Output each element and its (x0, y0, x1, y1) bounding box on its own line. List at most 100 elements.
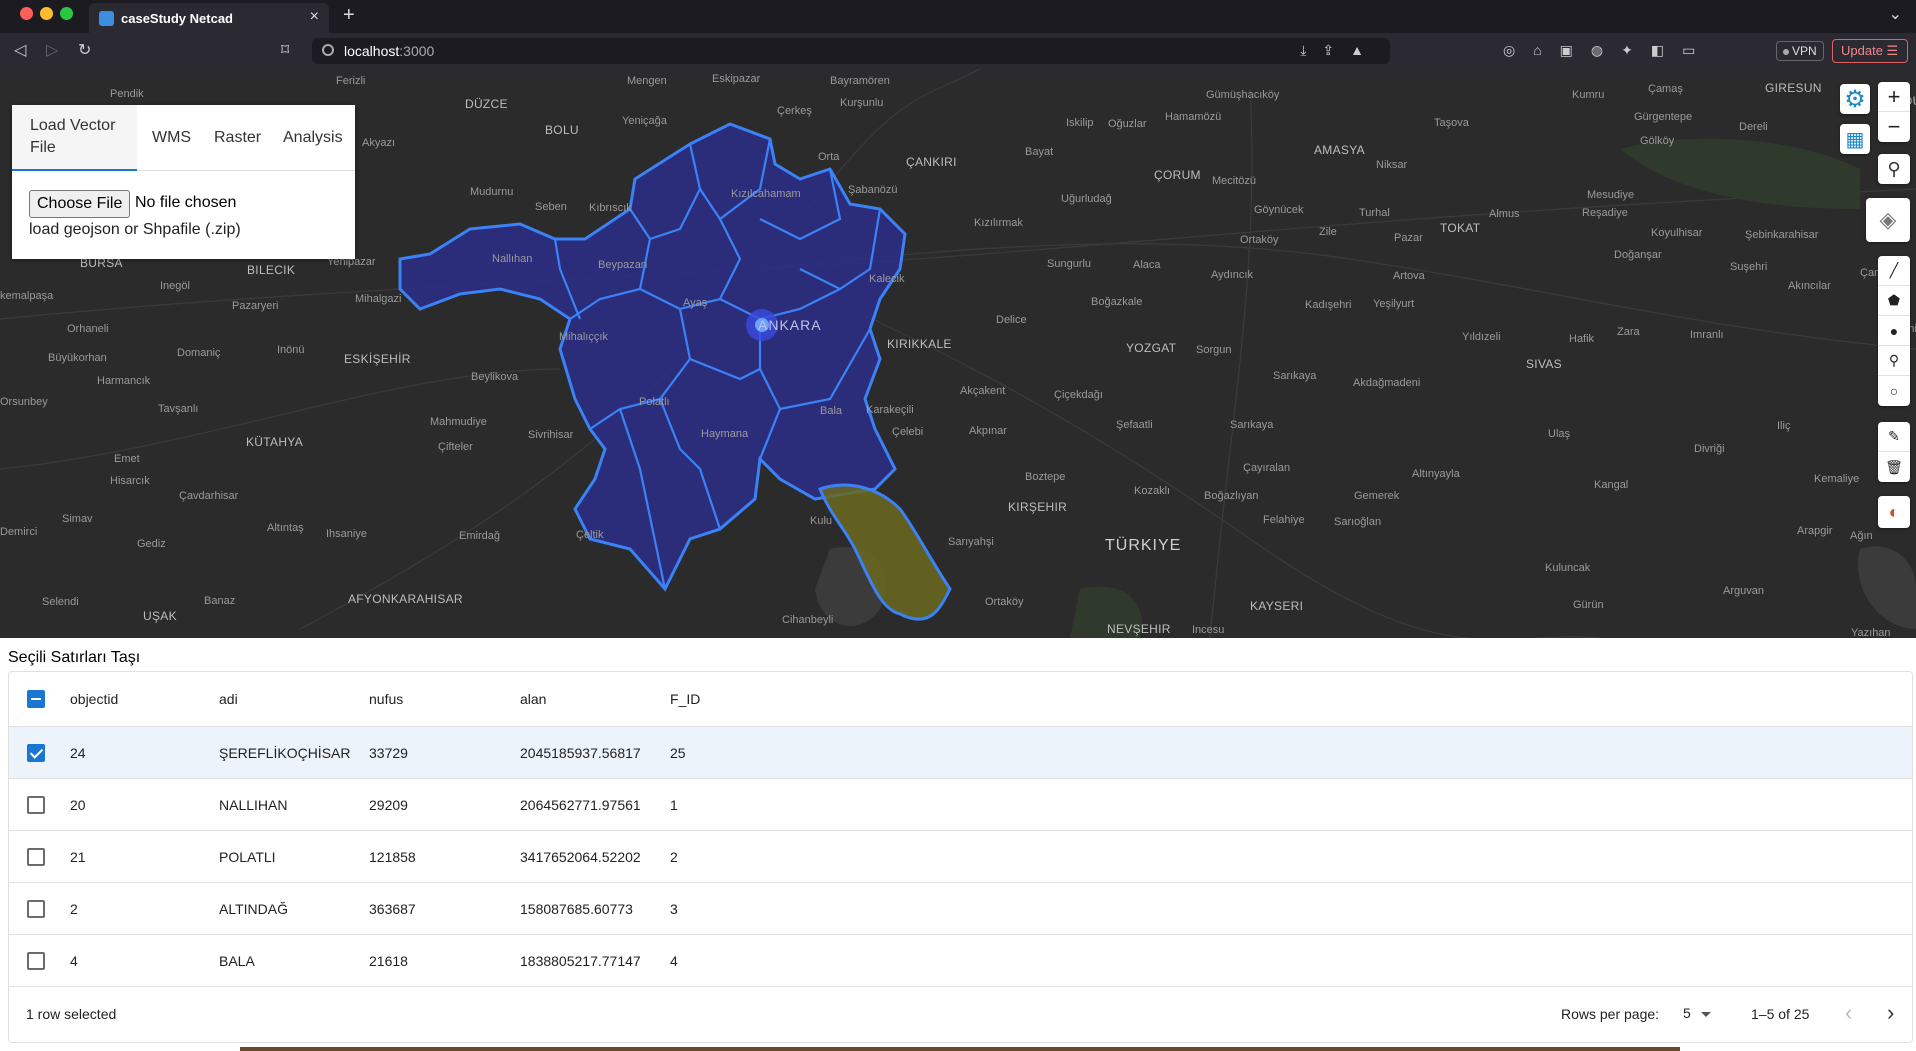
reload-icon[interactable]: ↻ (78, 40, 91, 60)
column-header-alan[interactable]: alan (520, 672, 546, 726)
map-label: Almus (1489, 208, 1520, 220)
map-label: NEVŞEHIR (1107, 622, 1171, 636)
back-icon[interactable]: ◁ (14, 40, 26, 60)
choose-file-button[interactable]: Choose File (29, 190, 131, 218)
map-label: Gürgentepe (1634, 111, 1693, 123)
row-checkbox[interactable] (27, 899, 45, 918)
chevron-down-icon[interactable] (1701, 1012, 1711, 1017)
move-selected-rows-button[interactable]: Seçili Satırları Taşı (8, 649, 140, 667)
circle-marker-icon[interactable]: ● (1878, 316, 1910, 346)
basemap-button[interactable]: ◐ (1878, 496, 1910, 528)
new-tab-button[interactable]: + (343, 4, 355, 27)
map-label: Mihalıççık (559, 331, 608, 343)
info-icon[interactable] (322, 44, 334, 56)
draw-controls: ╱ ⬟ ● ⚲ ○ (1878, 256, 1910, 406)
zoom-out-button[interactable]: − (1878, 112, 1910, 142)
cell-alan: 1838805217.77147 (520, 952, 641, 969)
update-button[interactable]: Update ☰ (1832, 39, 1908, 63)
map-label: Cihanbeyli (782, 614, 834, 626)
close-icon[interactable]: × (310, 8, 319, 26)
tab-load-vector-file[interactable]: Load Vector File (12, 105, 137, 171)
map-label: Akyazı (362, 137, 396, 149)
map-label: Karakeçili (866, 404, 914, 416)
cell-fid: 4 (670, 952, 678, 969)
cell-fid: 3 (670, 900, 678, 917)
map-label: YOZGAT (1126, 341, 1177, 355)
chevron-left-icon[interactable]: ‹ (1845, 1000, 1852, 1026)
map-label: Zara (1617, 326, 1640, 338)
select-all-checkbox[interactable] (27, 690, 45, 708)
extension-icons[interactable]: ◎⌂▣◍✦◧▭ (1503, 42, 1713, 59)
cell-alan: 158087685.60773 (520, 900, 633, 917)
map-label: Beypazarı (598, 259, 648, 271)
column-header-adi[interactable]: adi (219, 672, 357, 726)
bookmark-icon[interactable]: ⌑ (281, 40, 289, 60)
rows-per-page-select[interactable]: 5 (1683, 1005, 1691, 1021)
map-label: Orhaneli (67, 323, 109, 335)
tab-wms[interactable]: WMS (152, 105, 191, 171)
zoom-in-button[interactable]: + (1878, 82, 1910, 112)
window-minimize-button[interactable] (40, 7, 53, 20)
window-maximize-button[interactable] (60, 7, 73, 20)
map-label: Pendik (110, 88, 144, 100)
map-label: Hafik (1569, 333, 1595, 345)
forward-icon[interactable]: ▷ (46, 40, 58, 60)
row-checkbox[interactable] (27, 951, 45, 970)
vpn-button[interactable]: VPN (1776, 41, 1824, 61)
map-label: TOKAT (1440, 221, 1481, 235)
layers-button[interactable]: ◈ (1866, 198, 1910, 242)
table-row[interactable]: 20 NALLIHAN 29209 2064562771.97561 1 (9, 779, 1912, 831)
table-row[interactable]: 4 BALA 21618 1838805217.77147 4 (9, 935, 1912, 987)
column-header-objectid[interactable]: objectid (70, 672, 118, 726)
map-label: SIVAS (1526, 357, 1562, 371)
search-icon: ⚲ (1887, 158, 1901, 179)
map-label: KÜTAHYA (246, 435, 303, 449)
window-close-button[interactable] (20, 7, 33, 20)
map-label: Oğuzlar (1108, 118, 1147, 130)
map-label: Beylikova (471, 371, 519, 383)
settings-button[interactable]: ⚙ (1840, 84, 1870, 114)
edit-controls: ✎ 🗑 (1878, 422, 1910, 482)
map-label: Yeniçağa (622, 115, 667, 127)
map-label: Sungurlu (1047, 258, 1092, 270)
map-label: Mudurnu (470, 186, 514, 198)
table-row[interactable]: 2 ALTINDAĞ 363687 158087685.60773 3 (9, 883, 1912, 935)
address-bar[interactable]: localhost:3000 ⤓⇪▲ (312, 38, 1390, 64)
column-header-nufus[interactable]: nufus (369, 672, 403, 726)
chevron-right-icon[interactable]: › (1887, 1000, 1894, 1026)
file-status: No file chosen (135, 194, 237, 211)
country-label: TÜRKIYE (1105, 537, 1182, 554)
circle-icon[interactable]: ○ (1878, 376, 1910, 406)
browser-tab[interactable]: caseStudy Netcad × (89, 3, 329, 33)
chevron-down-icon[interactable]: ⌄ (1889, 4, 1902, 24)
map-label: Orta (818, 151, 840, 163)
tab-raster[interactable]: Raster (214, 105, 261, 171)
edit-icon[interactable]: ✎ (1878, 422, 1910, 452)
map-label: ESKİŞEHİR (344, 352, 411, 366)
row-checkbox[interactable] (27, 847, 45, 866)
table-row[interactable]: 21 POLATLI 121858 3417652064.52202 2 (9, 831, 1912, 883)
marker-icon[interactable]: ⚲ (1878, 346, 1910, 376)
cell-objectid: 2 (70, 900, 78, 917)
grid-button[interactable]: ▦ (1840, 124, 1870, 154)
polygon-icon[interactable]: ⬟ (1878, 286, 1910, 316)
url-text[interactable]: localhost:3000 (344, 43, 434, 59)
row-checkbox[interactable] (27, 795, 45, 814)
table-row[interactable]: 24 ŞEREFLİKOÇHİSAR 33729 2045185937.5681… (9, 727, 1912, 779)
map-label: AMASYA (1314, 143, 1365, 157)
cell-fid: 1 (670, 796, 678, 813)
grid-header: objectid adi nufus alan F_ID (9, 672, 1912, 727)
address-bar-icons[interactable]: ⤓⇪▲ (1300, 42, 1380, 59)
column-header-fid[interactable]: F_ID (670, 672, 700, 726)
tab-analysis[interactable]: Analysis (283, 105, 343, 171)
cell-adi-text: ALTINDAĞ (219, 900, 288, 917)
row-checkbox[interactable] (27, 743, 45, 762)
polyline-icon[interactable]: ╱ (1878, 256, 1910, 286)
map-label: Pazar (1394, 232, 1423, 244)
trash-icon[interactable]: 🗑 (1878, 452, 1910, 482)
map-label: Yazıhan (1851, 627, 1891, 638)
search-button[interactable]: ⚲ (1878, 154, 1910, 184)
map-label: Çifteler (438, 441, 473, 453)
map-label: Delice (996, 314, 1027, 326)
map-label: Gürün (1573, 599, 1604, 611)
